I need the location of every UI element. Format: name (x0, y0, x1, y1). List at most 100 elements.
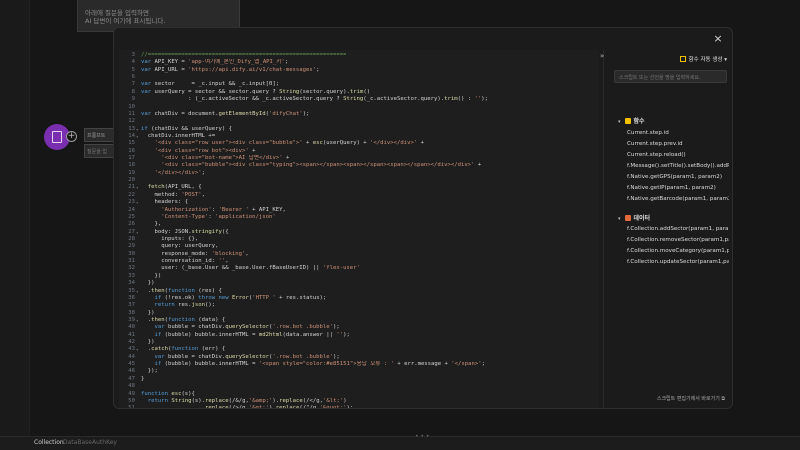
code-line[interactable]: 36 if (!res.ok) throw new Error('HTTP ' … (122, 295, 599, 302)
code-line[interactable]: 21 ▾ fetch(API_URL, { (122, 184, 599, 191)
code-line[interactable]: 17 '<div class="bot-name">AI 답변</div>' + (122, 155, 599, 162)
sidebar-item[interactable]: Current.step.reload() (627, 152, 729, 158)
code-text[interactable]: }); (141, 368, 158, 375)
code-text[interactable]: 'Content-Type': 'application/json' (141, 214, 276, 221)
sidebar-item[interactable]: f.Collection.addSector(param1, param2) (627, 226, 729, 232)
sidebar-item[interactable]: f.Native.getGPS(param1, param2) (627, 174, 729, 180)
panel-divider[interactable] (603, 50, 604, 408)
code-text[interactable]: }) (141, 339, 155, 346)
code-text[interactable]: if (bubble) bubble.innerHTML = '<span st… (141, 361, 484, 368)
code-text[interactable]: //======================================… (141, 52, 346, 59)
code-line[interactable]: 43 ▾ .catch(function (err) { (122, 346, 599, 353)
add-node-icon[interactable]: + (66, 131, 77, 142)
code-line[interactable]: 10 (122, 104, 599, 111)
code-text[interactable]: } (141, 376, 144, 383)
code-line[interactable]: 29 query: userQuery, (122, 243, 599, 250)
code-line[interactable]: 47} (122, 376, 599, 383)
code-line[interactable]: 22 method: 'POST', (122, 192, 599, 199)
code-text[interactable]: '<div class="bubble"><div class="typing"… (141, 162, 481, 169)
code-text[interactable]: user: (_base.User && _base.User.fBaseUse… (141, 265, 360, 272)
code-text[interactable]: .catch(function (err) { (141, 346, 226, 353)
code-text[interactable]: .replace(/>/g,'&gt;').replace(/"/g,'&quo… (141, 405, 354, 408)
code-text[interactable]: function esc(s){ (141, 391, 195, 398)
code-line[interactable]: 46 }); (122, 368, 599, 375)
tab-database[interactable]: DataBase (63, 439, 92, 446)
code-text[interactable]: '<div class="bot-name">AI 답변</div>' + (141, 155, 289, 162)
code-line[interactable]: 5 var API_URL = 'https://api.dify.ai/v1/c… (122, 67, 599, 74)
flow-node-box[interactable]: 질문을 입 (84, 144, 114, 158)
code-content[interactable]: 3 //=====================================… (122, 52, 599, 408)
code-text[interactable]: inputs: {}, (141, 236, 198, 243)
code-editor[interactable]: 3 //=====================================… (119, 50, 599, 408)
code-text[interactable]: '</div></div>'; (141, 170, 205, 177)
code-text[interactable]: var sector = _c.input && _c.input[0]; (141, 81, 279, 88)
code-text[interactable]: : (_c.activeSector && _c.activeSector.qu… (141, 96, 488, 103)
code-text[interactable]: response_mode: 'blocking', (141, 251, 249, 258)
code-text[interactable]: if (bubble) bubble.innerHTML = md2html(d… (141, 332, 349, 339)
code-line[interactable]: 50 return String(s).replace(/&/g,'&amp;'… (122, 398, 599, 405)
code-line[interactable]: 9 : (_c.activeSector && _c.activeSector.… (122, 96, 599, 103)
code-text[interactable]: var bubble = chatDiv.querySelector('.row… (141, 324, 339, 331)
flow-node-box[interactable]: 프롬프트 (84, 128, 114, 142)
sidebar-item[interactable]: f.Native.getIP(param1, param2) (627, 185, 729, 191)
code-line[interactable]: 13 ▾ if (chatDiv && userQuery) { (122, 126, 599, 133)
sidebar-item[interactable]: f.Collection.removeSector(param1,param (627, 237, 729, 243)
code-line[interactable]: 25 'Content-Type': 'application/json' (122, 214, 599, 221)
auto-generate-button[interactable]: 함수 자동 생성 ▾ (679, 55, 727, 63)
code-line[interactable]: 8 var userQuery = sector && sector.query … (122, 89, 599, 96)
code-text[interactable]: }) (141, 310, 155, 317)
code-text[interactable]: '<div class="row bot"><div>' + (141, 148, 255, 155)
code-line[interactable]: 18 '<div class="bubble"><div class="typi… (122, 162, 599, 169)
code-line[interactable]: 30 response_mode: 'blocking', (122, 251, 599, 258)
code-text[interactable]: return res.json(); (141, 302, 215, 309)
code-text[interactable]: fetch(API_URL, { (141, 184, 202, 191)
code-line[interactable]: 42 }) (122, 339, 599, 346)
code-line[interactable]: 12 (122, 118, 599, 125)
code-line[interactable]: 19 '</div></div>'; (122, 170, 599, 177)
code-line[interactable]: 7 var sector = _c.input && _c.input[0]; (122, 81, 599, 88)
code-text[interactable]: var bubble = chatDiv.querySelector('.row… (141, 354, 339, 361)
code-line[interactable]: 15 '<div class="row user"><div class="bu… (122, 140, 599, 147)
code-line[interactable]: 11 var chatDiv = document.getElementById(… (122, 111, 599, 118)
resize-handle[interactable]: • • • (415, 433, 429, 440)
code-line[interactable]: 48 (122, 383, 599, 390)
code-line[interactable]: 32 user: (_base.User && _base.User.fBase… (122, 265, 599, 272)
code-line[interactable]: 37 return res.json(); (122, 302, 599, 309)
sidebar-item[interactable]: f.Native.getBarcode(param1, param2) (627, 196, 729, 202)
sidebar-item[interactable]: f.Collection.updateSector(param1,param (627, 259, 729, 265)
code-line[interactable]: 3 //=====================================… (122, 52, 599, 59)
code-text[interactable]: return String(s).replace(/&/g,'&amp;').r… (141, 398, 347, 405)
code-line[interactable]: 24 'Authorization': 'Bearer ' + API_KEY, (122, 207, 599, 214)
sidebar-item[interactable]: f.Collection.moveCategory(param1,param (627, 248, 729, 254)
code-line[interactable]: 28 inputs: {}, (122, 236, 599, 243)
code-text[interactable]: body: JSON.stringify({ (141, 229, 228, 236)
sidebar-item[interactable]: Current.step.prev.id (627, 141, 729, 147)
code-text[interactable]: query: userQuery, (141, 243, 218, 250)
code-line[interactable]: 20 (122, 177, 599, 184)
code-text[interactable]: conversation_id: '', (141, 258, 228, 265)
code-text[interactable]: headers: { (141, 199, 188, 206)
code-line[interactable]: 35 ▾ .then(function (res) { (122, 288, 599, 295)
code-text[interactable]: method: 'POST', (141, 192, 205, 199)
code-line[interactable]: 14 ▾ chatDiv.innerHTML += (122, 133, 599, 140)
code-line[interactable]: 38 }) (122, 310, 599, 317)
tab-collection[interactable]: Collection (34, 439, 64, 446)
code-text[interactable]: .then(function (data) { (141, 317, 226, 324)
code-line[interactable]: 40 var bubble = chatDiv.querySelector('.… (122, 324, 599, 331)
code-text[interactable]: 'Authorization': 'Bearer ' + API_KEY, (141, 207, 286, 214)
collapse-panel-icon[interactable]: » (600, 52, 604, 60)
code-text[interactable]: if (!res.ok) throw new Error('HTTP ' + r… (141, 295, 326, 302)
code-text[interactable]: var userQuery = sector && sector.query ?… (141, 89, 370, 96)
code-text[interactable]: var API_URL = 'https://api.dify.ai/v1/ch… (141, 67, 320, 74)
code-text[interactable]: '<div class="row user"><div class="bubbl… (141, 140, 423, 147)
code-line[interactable]: 23 ▾ headers: { (122, 199, 599, 206)
code-text[interactable]: .then(function (res) { (141, 288, 222, 295)
sidebar-item[interactable]: Current.step.id (627, 130, 729, 136)
code-line[interactable]: 27 ▾ body: JSON.stringify({ (122, 229, 599, 236)
code-line[interactable]: 41 if (bubble) bubble.innerHTML = md2htm… (122, 332, 599, 339)
tab-authkey[interactable]: AuthKey (92, 439, 117, 446)
code-text[interactable]: }, (141, 221, 161, 228)
code-line[interactable]: 4 var API_KEY = 'app-여기에_본인_Dify_앱_API_키'… (122, 59, 599, 66)
code-line[interactable]: 33 }) (122, 273, 599, 280)
code-line[interactable]: 16 '<div class="row bot"><div>' + (122, 148, 599, 155)
